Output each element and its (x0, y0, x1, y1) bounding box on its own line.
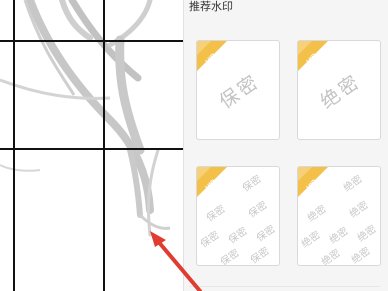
table-grid (0, 0, 183, 291)
watermark-card-baomi-tiled[interactable]: VIP 保密 保密 保密 保密 保密 保密 保密 保密 (196, 166, 280, 266)
panel-divider (189, 286, 380, 287)
watermark-panel: 推荐水印 VIP 保密 VIP 绝密 VIP 保密 保密 保密 保密 保密 保密… (183, 0, 388, 291)
panel-title: 推荐水印 (189, 0, 233, 13)
document-watermark-background (0, 0, 183, 291)
watermark-card-juemi[interactable]: VIP 绝密 (297, 40, 381, 140)
document-canvas[interactable] (0, 0, 183, 291)
watermark-card-juemi-tiled[interactable]: VIP 绝密 绝密 绝密 绝密 绝密 绝密 绝密 绝密 (297, 166, 381, 266)
watermark-card-baomi[interactable]: VIP 保密 (196, 40, 280, 140)
